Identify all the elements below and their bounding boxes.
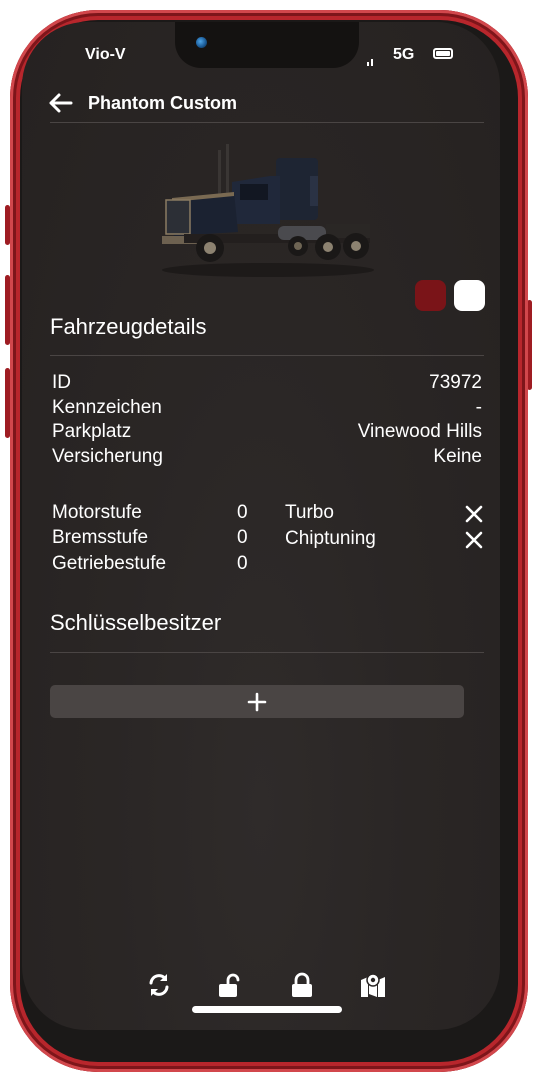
feature-label-turbo: Turbo bbox=[285, 502, 334, 523]
home-indicator[interactable] bbox=[192, 1006, 342, 1013]
detail-label: Parkplatz bbox=[52, 421, 132, 442]
detail-row-plate: Kennzeichen - bbox=[52, 397, 482, 421]
page-title: Phantom Custom bbox=[88, 93, 238, 113]
front-camera bbox=[196, 37, 207, 48]
feature-label-chiptuning: Chiptuning bbox=[285, 528, 376, 549]
back-arrow-icon[interactable] bbox=[48, 92, 74, 114]
tuning-label-brakes: Bremsstufe bbox=[52, 527, 149, 548]
refresh-icon[interactable] bbox=[146, 972, 172, 998]
x-icon bbox=[465, 531, 483, 549]
detail-label: ID bbox=[52, 372, 71, 393]
key-owners-divider bbox=[50, 652, 484, 653]
map-marker-icon[interactable] bbox=[360, 972, 386, 998]
detail-label: Versicherung bbox=[52, 446, 163, 467]
tuning-value-transmission: 0 bbox=[237, 553, 248, 574]
plus-icon bbox=[247, 692, 267, 711]
detail-value: 73972 bbox=[429, 372, 482, 393]
notch bbox=[175, 22, 359, 68]
detail-value: Keine bbox=[433, 446, 482, 467]
network-label: 5G bbox=[393, 46, 415, 63]
detail-label: Kennzeichen bbox=[52, 397, 162, 418]
signal-icon bbox=[367, 56, 373, 66]
detail-value: Vinewood Hills bbox=[357, 421, 482, 442]
detail-row-id: ID 73972 bbox=[52, 372, 482, 396]
secondary-color-swatch bbox=[454, 280, 485, 311]
detail-value: - bbox=[475, 397, 482, 418]
tuning-value-brakes: 0 bbox=[237, 527, 248, 548]
primary-color-swatch bbox=[415, 280, 446, 311]
carrier-label: Vio-V bbox=[85, 46, 126, 63]
detail-row-insurance: Versicherung Keine bbox=[52, 446, 482, 470]
tuning-label-transmission: Getriebestufe bbox=[52, 553, 167, 574]
tuning-label-motor: Motorstufe bbox=[52, 502, 142, 523]
battery-icon bbox=[433, 48, 453, 59]
add-key-owner-button[interactable] bbox=[50, 685, 464, 718]
details-divider bbox=[50, 355, 484, 356]
x-icon bbox=[465, 505, 483, 523]
truck-image bbox=[162, 144, 374, 277]
lock-icon[interactable] bbox=[289, 972, 315, 998]
tuning-value-motor: 0 bbox=[237, 502, 248, 523]
header-divider bbox=[50, 122, 484, 123]
unlock-icon[interactable] bbox=[217, 972, 243, 998]
key-owners-section-title: Schlüsselbesitzer bbox=[50, 610, 222, 635]
phone-screen: Vio-V 5G Phantom Custom Fahrzeugdetails … bbox=[22, 22, 500, 1030]
details-section-title: Fahrzeugdetails bbox=[50, 314, 207, 339]
detail-row-parking: Parkplatz Vinewood Hills bbox=[52, 421, 482, 445]
